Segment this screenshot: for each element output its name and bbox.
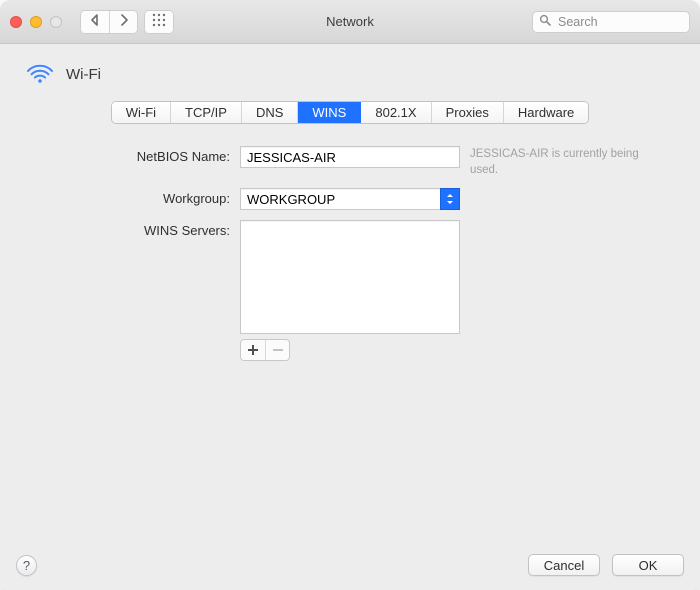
tab-dns[interactable]: DNS — [242, 102, 298, 123]
wins-form: NetBIOS Name: JESSICAS-AIR is currently … — [20, 146, 680, 361]
titlebar: Network — [0, 0, 700, 44]
cancel-button[interactable]: Cancel — [528, 554, 600, 576]
tab-bar: Wi-Fi TCP/IP DNS WINS 802.1X Proxies Har… — [111, 101, 590, 124]
wins-servers-cell — [240, 220, 460, 361]
netbios-hint: JESSICAS-AIR is currently being used. — [470, 146, 680, 178]
close-window-button[interactable] — [10, 16, 22, 28]
footer-buttons: Cancel OK — [528, 554, 684, 576]
search-field[interactable] — [532, 11, 690, 33]
chevron-right-icon — [118, 14, 130, 29]
zoom-window-button[interactable] — [50, 16, 62, 28]
grid-icon — [152, 13, 166, 30]
netbios-name-input[interactable] — [240, 146, 460, 168]
help-button[interactable]: ? — [16, 555, 37, 576]
workgroup-combobox[interactable] — [240, 188, 460, 210]
show-all-segment — [144, 10, 174, 34]
footer: ? Cancel OK — [16, 554, 684, 576]
chevron-left-icon — [89, 14, 101, 29]
ok-button[interactable]: OK — [612, 554, 684, 576]
plus-icon — [248, 343, 258, 358]
nav-segment — [80, 10, 138, 34]
tab-wins[interactable]: WINS — [298, 102, 361, 123]
wins-list-controls — [240, 339, 290, 361]
window-controls — [10, 16, 62, 28]
workgroup-input[interactable] — [240, 188, 440, 210]
service-header: Wi-Fi — [20, 58, 680, 97]
tab-proxies[interactable]: Proxies — [432, 102, 504, 123]
remove-wins-server-button[interactable] — [265, 340, 289, 360]
search-input[interactable] — [556, 14, 683, 30]
content-area: Wi-Fi Wi-Fi TCP/IP DNS WINS 802.1X Proxi… — [0, 44, 700, 590]
tabs-container: Wi-Fi TCP/IP DNS WINS 802.1X Proxies Har… — [20, 101, 680, 124]
wins-servers-label: WINS Servers: — [20, 220, 230, 238]
wifi-icon — [26, 62, 54, 87]
back-button[interactable] — [81, 11, 109, 33]
minus-icon — [273, 343, 283, 358]
preferences-window: Network Wi-Fi Wi-Fi TCP/IP — [0, 0, 700, 590]
tab-tcpip[interactable]: TCP/IP — [171, 102, 242, 123]
tab-8021x[interactable]: 802.1X — [361, 102, 431, 123]
search-icon — [539, 14, 551, 29]
minimize-window-button[interactable] — [30, 16, 42, 28]
tab-hardware[interactable]: Hardware — [504, 102, 588, 123]
wins-servers-list[interactable] — [240, 220, 460, 334]
toolbar-nav — [80, 10, 174, 34]
workgroup-dropdown-button[interactable] — [440, 188, 460, 210]
show-all-button[interactable] — [145, 11, 173, 33]
service-name: Wi-Fi — [66, 66, 101, 83]
chevron-up-down-icon — [446, 192, 454, 207]
workgroup-label: Workgroup: — [20, 188, 230, 206]
tab-wifi[interactable]: Wi-Fi — [112, 102, 171, 123]
forward-button[interactable] — [109, 11, 137, 33]
add-wins-server-button[interactable] — [241, 340, 265, 360]
netbios-name-label: NetBIOS Name: — [20, 146, 230, 164]
